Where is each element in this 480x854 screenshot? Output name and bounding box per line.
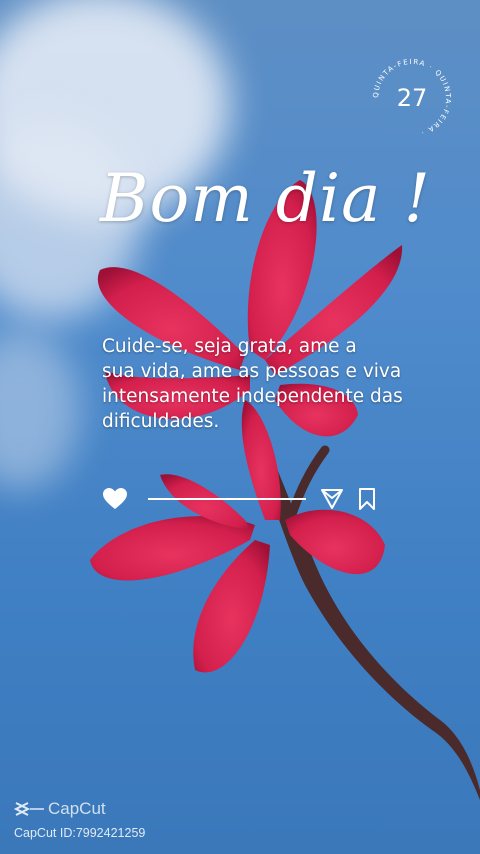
bookmark-icon[interactable] xyxy=(358,487,376,511)
date-badge: QUINTA-FEIRA · QUINTA-FEIRA · 27 xyxy=(370,56,454,140)
progress-line xyxy=(148,498,306,500)
quote-line: intensamente independente das xyxy=(102,386,403,407)
action-row xyxy=(100,484,380,514)
photo-background: QUINTA-FEIRA · QUINTA-FEIRA · 27 Bom dia… xyxy=(0,0,480,854)
capcut-brand: CapCut xyxy=(48,799,106,818)
greeting-title: Bom dia ! xyxy=(100,160,432,237)
quote-line: Cuide-se, seja grata, ame a xyxy=(102,336,357,357)
send-icon[interactable] xyxy=(320,488,344,510)
capcut-logo: CapCut xyxy=(13,798,124,820)
capcut-logo-icon: CapCut xyxy=(13,799,106,818)
date-ring: QUINTA-FEIRA · QUINTA-FEIRA · 27 xyxy=(372,58,451,137)
day-number: 27 xyxy=(397,84,428,112)
branch xyxy=(245,420,480,800)
quote-line: dificuldades. xyxy=(102,411,220,432)
quote-text: Cuide-se, seja grata, ame a sua vida, am… xyxy=(102,334,403,434)
quote-line: sua vida, ame as pessoas e viva xyxy=(102,361,402,382)
heart-icon[interactable] xyxy=(102,487,128,511)
capcut-id: CapCut ID:7992421259 xyxy=(14,826,146,840)
